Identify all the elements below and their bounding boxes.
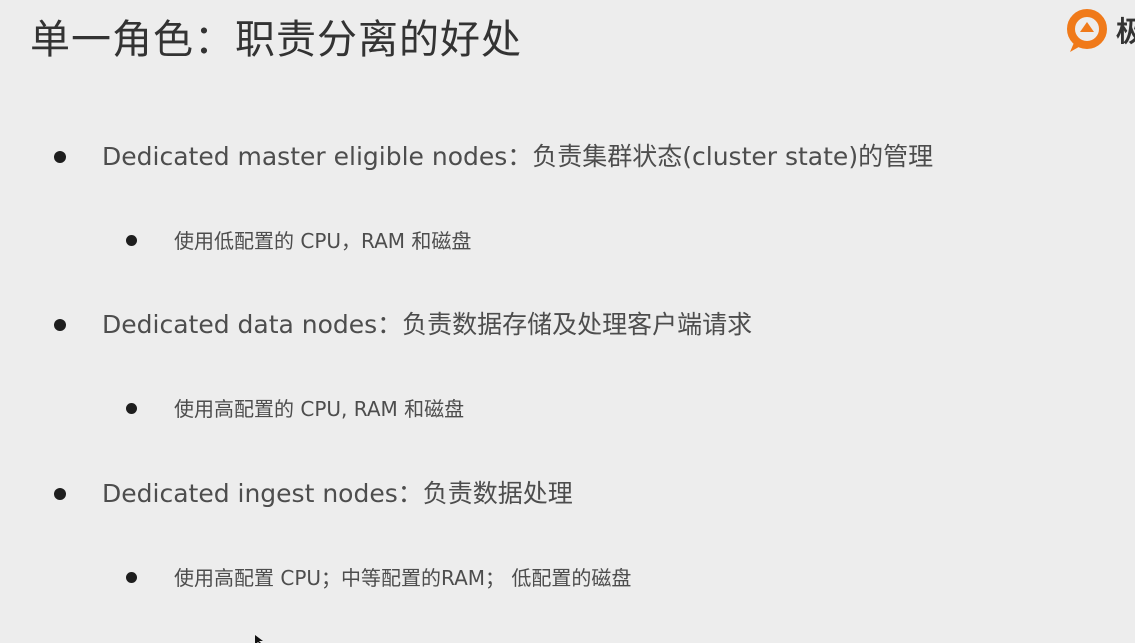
brand-logo: 极: [1066, 6, 1135, 56]
mouse-cursor-icon: [255, 635, 263, 643]
sub-bullet-text: 使用高配置的 CPU, RAM 和磁盘: [174, 397, 465, 421]
sub-bullet-item-data-nodes: 使用高配置的 CPU, RAM 和磁盘: [126, 395, 1026, 423]
bullet-dot-icon: [54, 151, 66, 163]
presentation-slide: 单一角色：职责分离的好处 极 Dedicated master eligible…: [0, 0, 1135, 643]
bullet-item-data-nodes: Dedicated data nodes：负责数据存储及处理客户端请求: [54, 308, 1054, 342]
bullet-text: Dedicated ingest nodes：负责数据处理: [102, 479, 573, 508]
logo-text: 极: [1116, 15, 1135, 48]
bullet-dot-icon: [126, 572, 137, 583]
slide-title: 单一角色：职责分离的好处: [30, 17, 522, 63]
bullet-dot-icon: [126, 403, 137, 414]
bullet-dot-icon: [54, 319, 66, 331]
sub-bullet-item-ingest-nodes: 使用高配置 CPU；中等配置的RAM； 低配置的磁盘: [126, 564, 1026, 592]
sub-bullet-item-master-nodes: 使用低配置的 CPU，RAM 和磁盘: [126, 227, 1026, 255]
sub-bullet-text: 使用低配置的 CPU，RAM 和磁盘: [174, 229, 472, 253]
bullet-dot-icon: [54, 488, 66, 500]
bullet-text: Dedicated master eligible nodes：负责集群状态(c…: [102, 142, 934, 171]
bullet-item-ingest-nodes: Dedicated ingest nodes：负责数据处理: [54, 477, 1054, 511]
bullet-dot-icon: [126, 235, 137, 246]
bullet-item-master-nodes: Dedicated master eligible nodes：负责集群状态(c…: [54, 140, 1054, 174]
sub-bullet-text: 使用高配置 CPU；中等配置的RAM； 低配置的磁盘: [174, 566, 632, 590]
orange-q-logo-icon: [1067, 9, 1107, 52]
bullet-text: Dedicated data nodes：负责数据存储及处理客户端请求: [102, 310, 753, 339]
